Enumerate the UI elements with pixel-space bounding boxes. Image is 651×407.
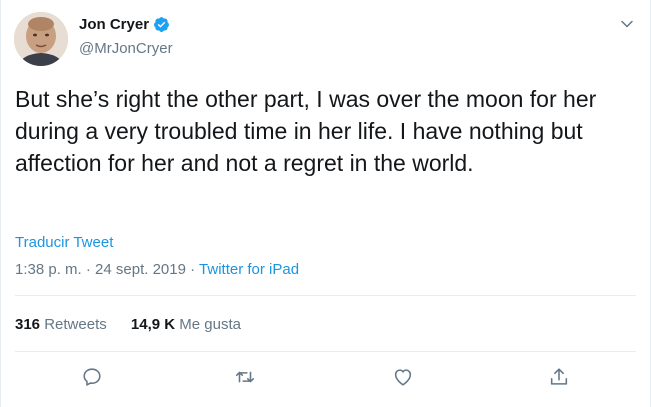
avatar[interactable] — [14, 12, 68, 66]
likes-stat[interactable]: 14,9 K Me gusta — [131, 316, 241, 333]
tweet-time[interactable]: 1:38 p. m. — [15, 261, 82, 278]
author-name-row[interactable]: Jon Cryer — [79, 16, 170, 33]
share-icon[interactable] — [548, 366, 570, 388]
translate-tweet-link[interactable]: Traducir Tweet — [15, 234, 113, 251]
tweet-date[interactable]: 24 sept. 2019 — [95, 261, 186, 278]
retweets-label: Retweets — [44, 316, 107, 333]
avatar-image — [14, 12, 68, 66]
chevron-down-icon[interactable] — [620, 17, 634, 31]
tweet-card: Jon Cryer @MrJonCryer But she’s right th… — [0, 0, 651, 407]
tweet-actions — [1, 366, 651, 390]
tweet-stats: 316 Retweets 14,9 K Me gusta — [15, 316, 261, 333]
tweet-source-link[interactable]: Twitter for iPad — [199, 261, 299, 278]
tweet-meta: 1:38 p. m. · 24 sept. 2019 · Twitter for… — [15, 261, 299, 278]
tweet-text: But she’s right the other part, I was ov… — [15, 86, 597, 176]
divider — [15, 295, 636, 296]
likes-label: Me gusta — [179, 316, 241, 333]
retweets-stat[interactable]: 316 Retweets — [15, 316, 107, 333]
reply-icon[interactable] — [81, 366, 103, 388]
retweet-icon[interactable] — [234, 366, 256, 388]
heart-icon[interactable] — [392, 366, 414, 388]
meta-separator: · — [185, 261, 200, 278]
likes-count: 14,9 K — [130, 316, 176, 333]
retweets-count: 316 — [15, 316, 41, 333]
author-name[interactable]: Jon Cryer — [79, 16, 149, 33]
divider — [15, 351, 636, 352]
author-handle[interactable]: @MrJonCryer — [79, 40, 173, 57]
meta-separator: · — [81, 261, 96, 278]
verified-badge-icon — [153, 16, 170, 33]
